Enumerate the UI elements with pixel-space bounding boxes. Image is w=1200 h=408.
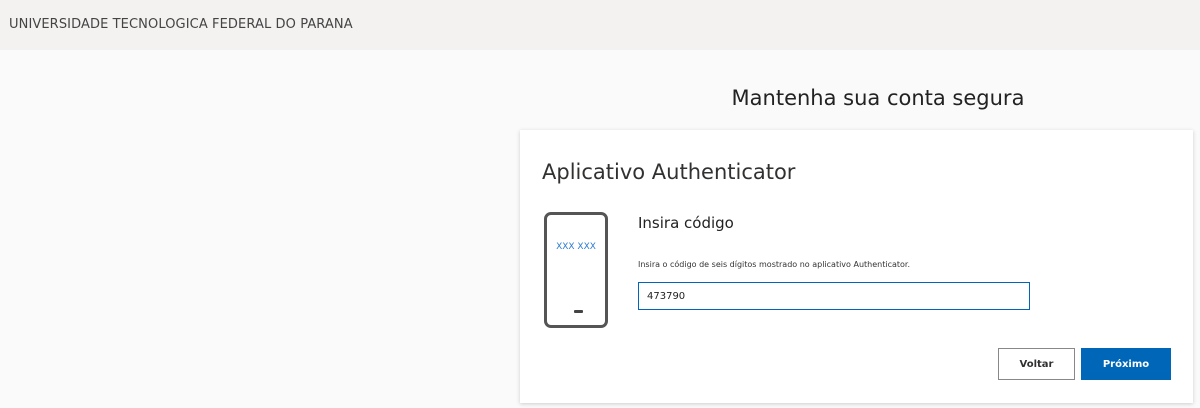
back-button[interactable]: Voltar [998,348,1075,380]
enter-code-heading: Insira código [638,214,734,232]
code-input[interactable] [638,282,1030,310]
phone-icon: XXX XXX [544,212,608,328]
phone-code-text: XXX XXX [556,242,596,252]
top-banner: UNIVERSIDADE TECNOLOGICA FEDERAL DO PARA… [0,0,1200,50]
page-title: Mantenha sua conta segura [731,86,1025,110]
organization-name: UNIVERSIDADE TECNOLOGICA FEDERAL DO PARA… [9,17,353,32]
phone-home-button [574,310,583,313]
next-button[interactable]: Próximo [1081,348,1171,380]
card-title: Aplicativo Authenticator [542,160,796,184]
code-instruction: Insira o código de seis dígitos mostrado… [638,260,911,269]
authenticator-card: Aplicativo Authenticator XXX XXX Insira … [520,130,1193,403]
